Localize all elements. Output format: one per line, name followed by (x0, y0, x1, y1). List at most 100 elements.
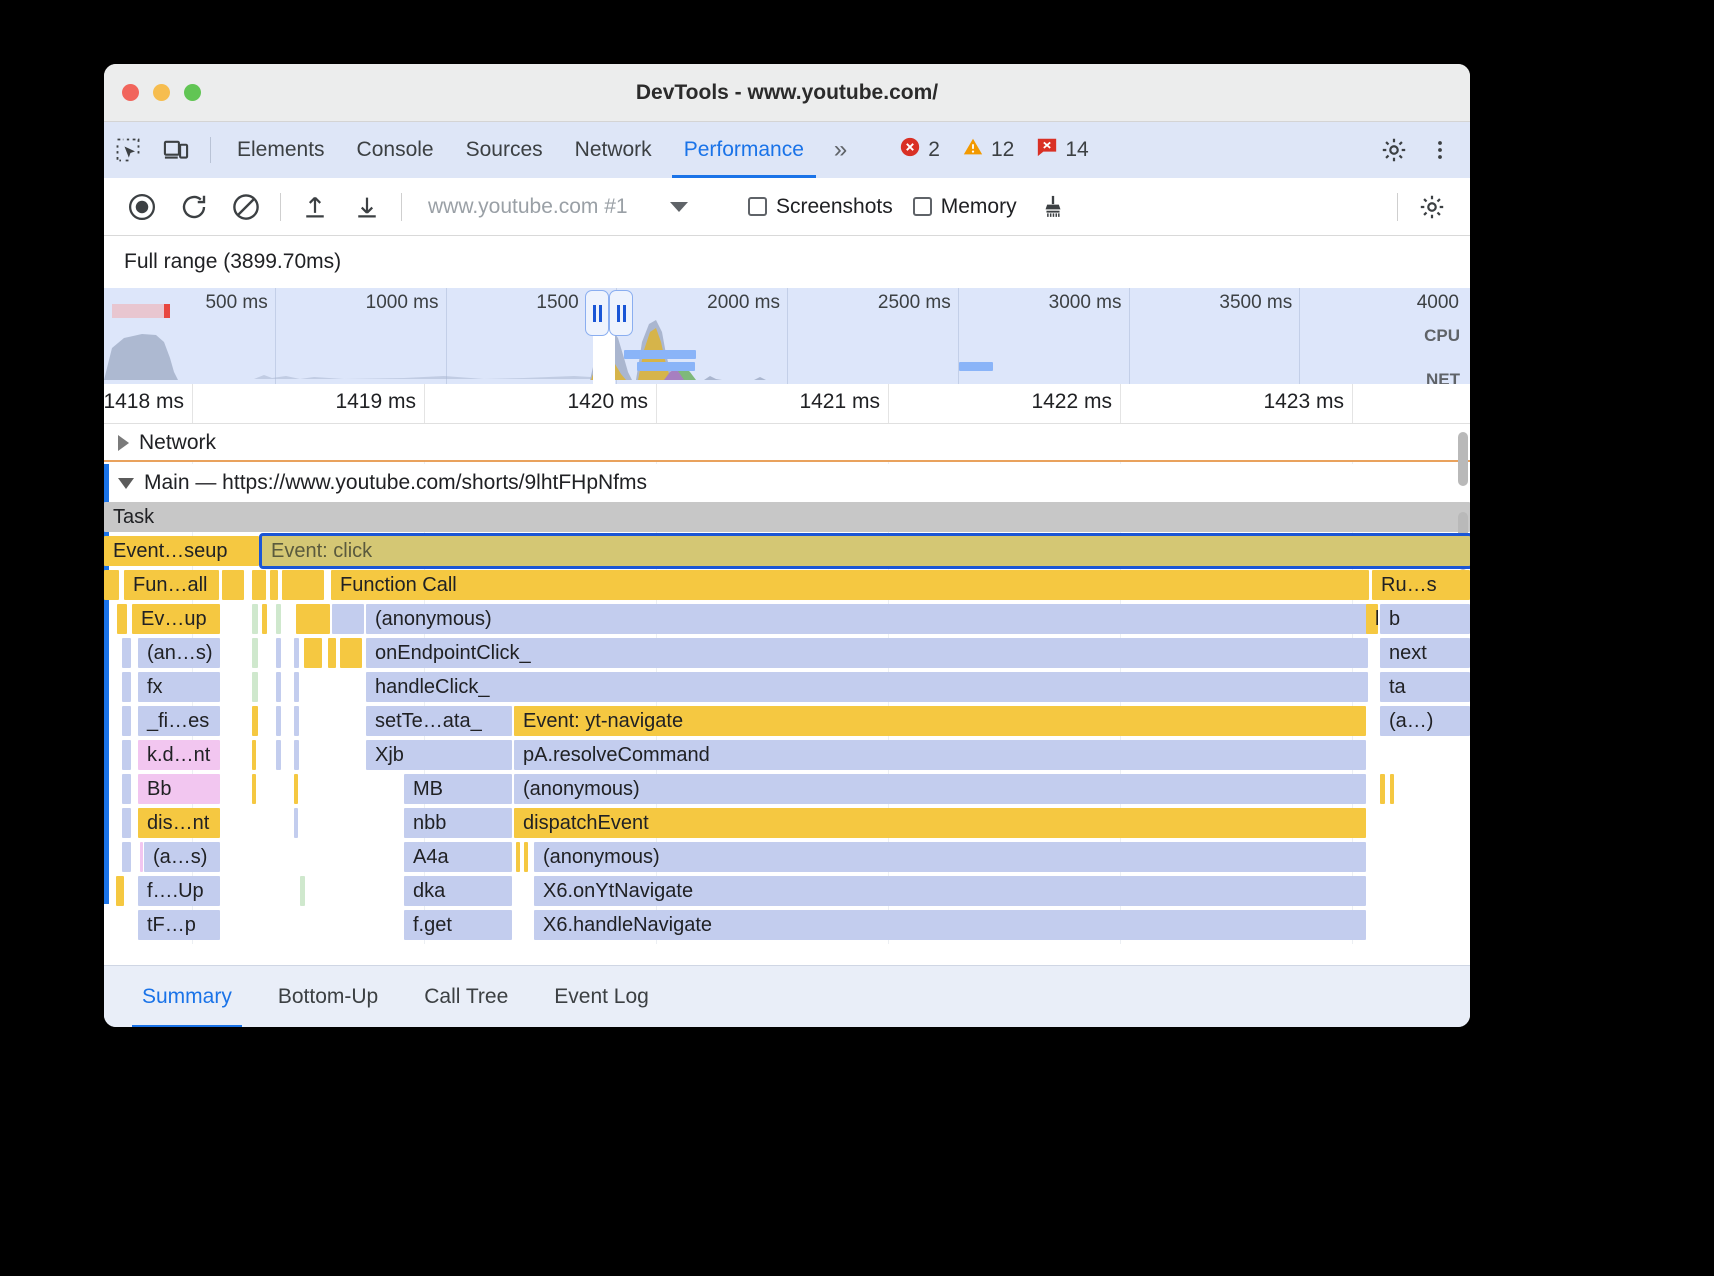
flame-bar[interactable]: dis…nt (138, 808, 220, 838)
flame-bar[interactable]: b (1380, 604, 1470, 634)
flame-bar[interactable]: X6.onYtNavigate (534, 876, 1366, 906)
flame-bar-sliver[interactable] (122, 808, 131, 838)
flame-bar[interactable]: Event…seup (104, 536, 259, 566)
minimize-window-button[interactable] (153, 84, 170, 101)
track-group-main[interactable]: Main — https://www.youtube.com/shorts/9l… (104, 464, 1470, 502)
flame-bar[interactable]: next (1380, 638, 1470, 668)
flame-bar-sliver[interactable] (122, 774, 131, 804)
clear-icon[interactable] (220, 178, 272, 236)
flame-bar-sliver[interactable] (276, 638, 281, 668)
flame-bar[interactable]: Function Call (331, 570, 1369, 600)
flame-bar-sliver[interactable] (122, 842, 131, 872)
upload-icon[interactable] (289, 178, 341, 236)
more-tabs-chevron-icon[interactable]: » (820, 122, 857, 178)
flame-bar[interactable]: (an…s) (138, 638, 220, 668)
flame-bar-sliver[interactable] (122, 740, 131, 770)
error-counter[interactable]: 2 (891, 136, 948, 164)
screenshots-checkbox[interactable]: Screenshots (748, 195, 893, 219)
tab-network[interactable]: Network (559, 122, 668, 178)
flame-bar[interactable]: handleClick_ (366, 672, 1368, 702)
flame-bar-sliver[interactable] (270, 570, 278, 600)
flame-bar-sliver[interactable] (252, 604, 258, 634)
profile-select[interactable]: www.youtube.com #1 (428, 195, 728, 219)
timeline-overview[interactable]: 500 ms1000 ms1500 ms2000 ms2500 ms3000 m… (104, 288, 1470, 384)
flame-bar-sliver[interactable] (304, 638, 322, 668)
flame-bar-sliver[interactable] (252, 638, 258, 668)
flame-bar-sliver[interactable] (117, 604, 127, 634)
flame-bar-sliver[interactable] (252, 570, 266, 600)
overview-window-left-handle[interactable] (585, 290, 609, 336)
flame-bar-sliver[interactable] (122, 672, 131, 702)
flame-bar[interactable]: (anonymous) (534, 842, 1366, 872)
flame-bar[interactable]: _fi…es (138, 706, 220, 736)
warning-counter[interactable]: 12 (954, 136, 1022, 164)
reload-and-record-icon[interactable] (168, 178, 220, 236)
flame-bar[interactable]: Ru…s (1372, 570, 1470, 600)
flame-bar-sliver[interactable] (282, 570, 324, 600)
tab-sources[interactable]: Sources (450, 122, 559, 178)
flame-bar-sliver[interactable] (516, 842, 520, 872)
flame-bar[interactable]: b (1366, 604, 1378, 634)
flame-bar-sliver[interactable] (122, 706, 131, 736)
tab-event-log[interactable]: Event Log (536, 966, 667, 1028)
flame-bar-sliver[interactable] (328, 638, 336, 668)
tab-call-tree[interactable]: Call Tree (406, 966, 526, 1028)
flame-bar[interactable]: onEndpointClick_ (366, 638, 1368, 668)
overview-window-right-handle[interactable] (609, 290, 633, 336)
flame-bar-sliver[interactable] (252, 706, 258, 736)
capture-settings-gear-icon[interactable] (1406, 178, 1458, 236)
timeline-ruler[interactable]: 1418 ms1419 ms1420 ms1421 ms1422 ms1423 … (104, 384, 1470, 424)
flame-bar-sliver[interactable] (104, 570, 119, 600)
flame-bar-sliver[interactable] (252, 740, 256, 770)
record-icon[interactable] (116, 178, 168, 236)
chevron-down-icon[interactable] (118, 478, 134, 489)
memory-checkbox[interactable]: Memory (913, 195, 1017, 219)
flame-bar[interactable]: Event: yt-navigate (514, 706, 1366, 736)
flame-bar-sliver[interactable] (340, 638, 362, 668)
flame-bar[interactable]: Bb (138, 774, 220, 804)
flame-bar-sliver[interactable] (276, 706, 281, 736)
gear-icon[interactable] (1370, 122, 1418, 178)
flame-bar-sliver[interactable] (294, 740, 299, 770)
flame-bar[interactable]: k.d…nt (138, 740, 220, 770)
flame-bar[interactable]: nbb (404, 808, 512, 838)
vertical-scrollbar-top[interactable] (1458, 432, 1468, 486)
flame-bar[interactable]: pA.resolveCommand (514, 740, 1366, 770)
device-toolbar-icon[interactable] (152, 122, 200, 178)
inspect-element-icon[interactable] (104, 122, 152, 178)
flame-bar[interactable]: Ev…up (132, 604, 220, 634)
flame-bar-sliver[interactable] (252, 774, 256, 804)
track-group-network[interactable]: Network (104, 424, 1470, 462)
flame-bar[interactable]: Event: click (262, 536, 1470, 566)
flame-bar-sliver[interactable] (296, 604, 330, 634)
maximize-window-button[interactable] (184, 84, 201, 101)
download-icon[interactable] (341, 178, 393, 236)
flame-bar-sliver[interactable] (524, 842, 528, 872)
flame-bar[interactable]: tF…p (138, 910, 220, 940)
flame-bar-sliver[interactable] (294, 706, 299, 736)
flame-bar[interactable]: dka (404, 876, 512, 906)
chevron-right-icon[interactable] (118, 435, 129, 451)
flame-bar[interactable]: setTe…ata_ (366, 706, 512, 736)
flame-bar[interactable]: (a…s) (144, 842, 220, 872)
flame-bar[interactable]: fx (138, 672, 220, 702)
tab-console[interactable]: Console (341, 122, 450, 178)
flame-bar[interactable]: Fun…all (124, 570, 219, 600)
flame-bar-sliver[interactable] (294, 808, 298, 838)
tab-elements[interactable]: Elements (221, 122, 341, 178)
flame-bar-sliver[interactable] (294, 638, 299, 668)
flame-bar-sliver[interactable] (252, 672, 258, 702)
flame-bar[interactable]: Xjb (366, 740, 512, 770)
flame-bar[interactable]: dispatchEvent (514, 808, 1366, 838)
flame-bar[interactable]: MB (404, 774, 512, 804)
flame-bar-sliver[interactable] (276, 604, 281, 634)
flame-bar-sliver[interactable] (1390, 774, 1394, 804)
flame-bar-sliver[interactable] (294, 774, 298, 804)
tab-summary[interactable]: Summary (124, 966, 250, 1028)
flame-bar[interactable]: f.get (404, 910, 512, 940)
flame-chart-tracks[interactable]: Network Main — https://www.youtube.com/s… (104, 424, 1470, 944)
collect-garbage-icon[interactable] (1027, 178, 1079, 236)
flame-bar-sliver[interactable] (140, 842, 143, 872)
flame-bar[interactable]: ta (1380, 672, 1470, 702)
flame-bar-sliver[interactable] (276, 740, 281, 770)
